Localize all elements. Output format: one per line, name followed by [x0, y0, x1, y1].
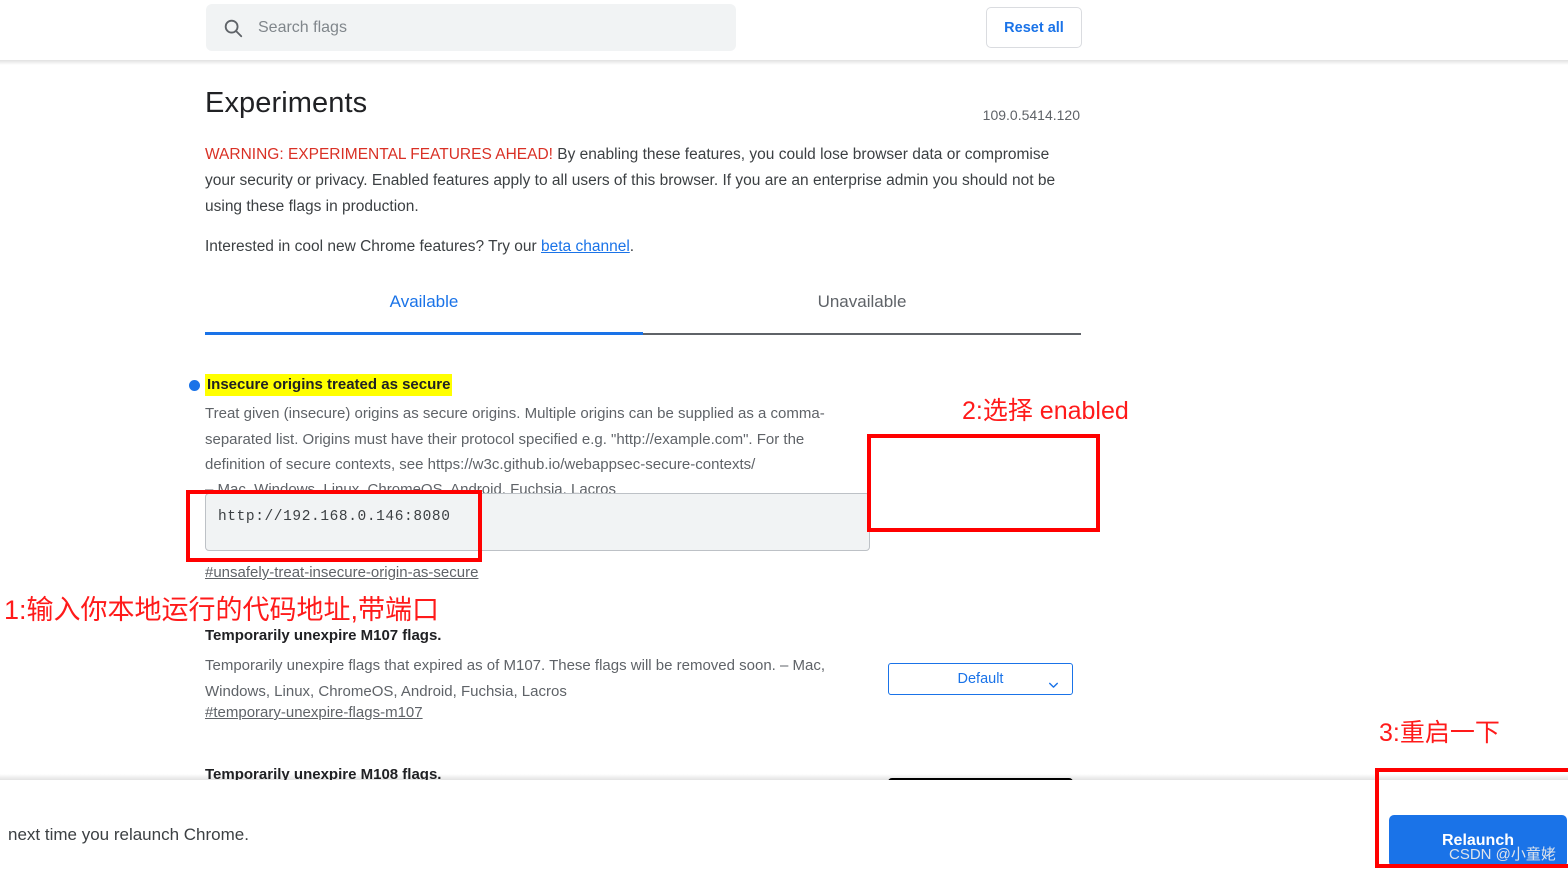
experimental-warning-text: WARNING: EXPERIMENTAL FEATURES AHEAD! By…	[205, 142, 1081, 220]
flag-title: Temporarily unexpire M108 flags.	[205, 766, 442, 780]
flags-tab-strip: Available Unavailable	[205, 280, 1081, 335]
tab-available[interactable]: Available	[205, 292, 643, 312]
tab-active-indicator	[205, 332, 643, 335]
reset-all-button[interactable]: Reset all	[986, 7, 1082, 48]
flag-anchor-link[interactable]: #unsafely-treat-insecure-origin-as-secur…	[205, 564, 478, 581]
relaunch-bottom-bar: next time you relaunch Chrome. Relaunch	[0, 780, 1568, 870]
page-title: Experiments	[205, 87, 368, 119]
beta-suffix: .	[629, 238, 635, 255]
flags-header-bar: Reset all	[0, 0, 1568, 60]
annotation-text-2: 2:选择 enabled	[962, 397, 1129, 425]
search-input[interactable]	[258, 4, 736, 51]
annotation-text-1: 1:输入你本地运行的代码地址,带端口	[4, 595, 440, 625]
warning-prefix: WARNING: EXPERIMENTAL FEATURES AHEAD!	[205, 146, 553, 163]
relaunch-note-text: next time you relaunch Chrome.	[8, 825, 249, 844]
flag-anchor-link[interactable]: #temporary-unexpire-flags-m107	[205, 704, 423, 721]
flag-description: Temporarily unexpire flags that expired …	[205, 657, 826, 700]
flag-origins-textarea[interactable]	[205, 493, 870, 551]
chevron-down-icon	[1047, 673, 1060, 688]
flag-description: Treat given (insecure) origins as secure…	[205, 405, 825, 473]
flags-content-area: Experiments 109.0.5414.120 WARNING: EXPE…	[0, 62, 1568, 780]
tab-unavailable[interactable]: Unavailable	[643, 292, 1081, 312]
beta-prefix: Interested in cool new Chrome features? …	[205, 238, 541, 255]
flag-modified-dot-icon	[189, 380, 200, 391]
chrome-version-label: 109.0.5414.120	[982, 107, 1080, 123]
search-icon	[222, 17, 244, 39]
flag-select-default-value: Default	[957, 671, 1004, 687]
chrome-flags-page: Reset all Experiments 109.0.5414.120 WAR…	[0, 0, 1568, 870]
beta-channel-link[interactable]: beta channel	[541, 238, 630, 255]
csdn-watermark: CSDN @小童姥	[1449, 846, 1556, 863]
search-flags-box[interactable]	[206, 4, 736, 51]
flag-title: Temporarily unexpire M107 flags.	[205, 627, 442, 644]
flag-select-default[interactable]: Default	[888, 663, 1073, 695]
beta-channel-text: Interested in cool new Chrome features? …	[205, 234, 1081, 260]
flag-title: Insecure origins treated as secure	[205, 374, 453, 396]
annotation-text-3: 3:重启一下	[1379, 719, 1500, 747]
